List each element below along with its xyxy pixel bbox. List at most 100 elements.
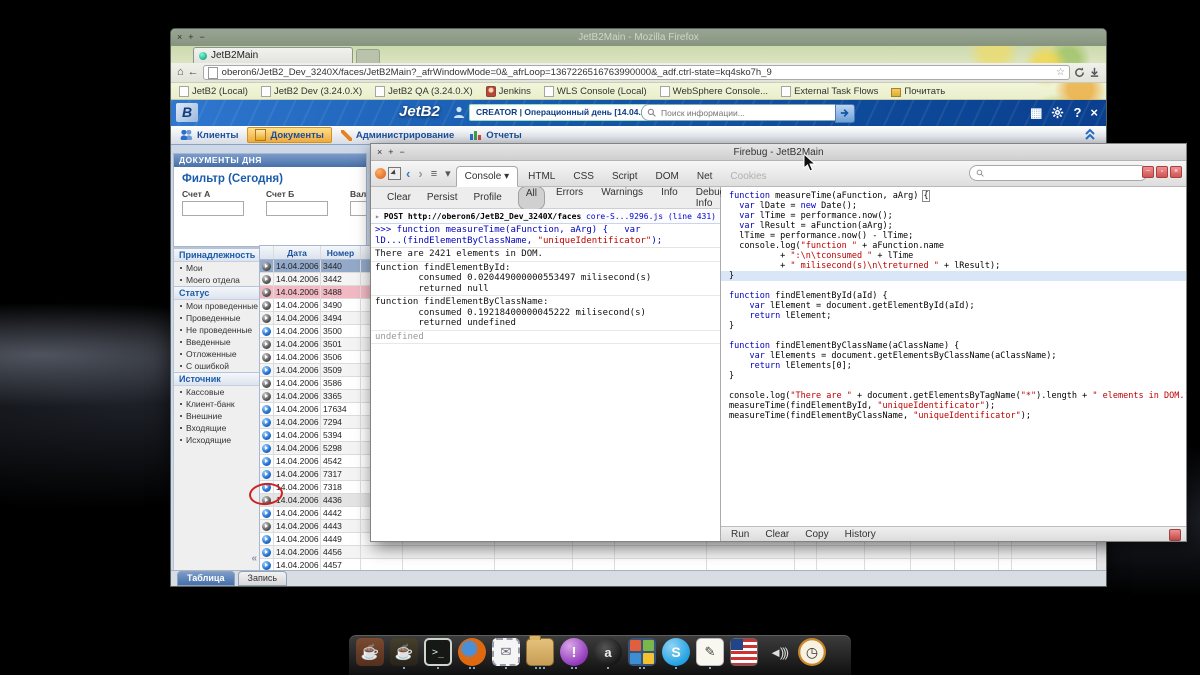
document-sphere-icon[interactable] <box>262 509 271 518</box>
document-sphere-icon[interactable] <box>262 561 271 570</box>
jet-search-box[interactable] <box>641 104 841 121</box>
close-app-icon[interactable]: × <box>1090 103 1098 122</box>
firebug-tab-net[interactable]: Net <box>689 167 721 186</box>
window-button-icon[interactable]: × <box>1170 166 1182 178</box>
bookmark-item[interactable]: JetB2 QA (3.24.0.X) <box>375 86 473 97</box>
collapse-chevrons-icon[interactable] <box>1084 128 1096 141</box>
expand-icon[interactable]: ▸ <box>375 212 380 221</box>
document-sphere-icon[interactable] <box>262 353 271 362</box>
new-tab-button[interactable] <box>356 49 380 63</box>
coffee-box-icon[interactable]: ☕ <box>356 638 384 666</box>
bookmark-item[interactable]: Почитать <box>891 86 945 97</box>
command-editor[interactable]: function measureTime(aFunction, aArg) { … <box>721 187 1186 526</box>
nav-item[interactable]: Клиенты <box>173 127 245 143</box>
console-entry[interactable]: There are 2421 elements in DOM. <box>371 248 720 262</box>
keypad-icon[interactable]: ▦ <box>1030 103 1042 122</box>
sidebar-item[interactable]: Исходящие <box>174 434 260 446</box>
browser-tab[interactable]: JetB2Main <box>193 47 353 63</box>
document-sphere-icon[interactable] <box>262 405 271 414</box>
home-icon[interactable]: ⌂ <box>177 63 184 82</box>
sidebar-item[interactable]: Кассовые <box>174 386 260 398</box>
document-sphere-icon[interactable] <box>262 392 271 401</box>
window-button-icon[interactable]: ▫ <box>1156 166 1168 178</box>
firefox-icon[interactable] <box>458 638 486 666</box>
filter-warnings[interactable]: Warnings <box>594 186 650 210</box>
document-sphere-icon[interactable] <box>262 444 271 453</box>
currency-input[interactable] <box>350 201 366 216</box>
document-sphere-icon[interactable] <box>262 262 271 271</box>
firebug-search-box[interactable] <box>969 165 1148 181</box>
editor-button-history[interactable]: History <box>845 529 876 540</box>
bookmark-item[interactable]: JetB2 Dev (3.24.0.X) <box>261 86 362 97</box>
document-sphere-icon[interactable] <box>262 314 271 323</box>
volume-icon[interactable]: ◄))) <box>764 638 792 666</box>
history-back-icon[interactable]: ‹ <box>403 163 413 185</box>
document-sphere-icon[interactable] <box>262 522 271 531</box>
network-request-row[interactable]: ▸ POST http://oberon6/JetB2_Dev_3240X/fa… <box>371 209 720 224</box>
filter-info[interactable]: Info <box>654 186 685 210</box>
sidebar-item[interactable]: Клиент-банк <box>174 398 260 410</box>
jet-search-input[interactable] <box>659 107 835 119</box>
bookmark-item[interactable]: Jenkins <box>486 86 531 97</box>
chat-icon[interactable]: ! <box>560 638 588 666</box>
editor-button-copy[interactable]: Copy <box>805 529 828 540</box>
account-b-input[interactable] <box>266 201 328 216</box>
document-sphere-icon[interactable] <box>262 587 271 588</box>
sidebar-item[interactable]: С ошибкой <box>174 360 260 372</box>
bookmark-star-icon[interactable]: ☆ <box>1056 67 1065 78</box>
reload-icon[interactable] <box>1074 67 1085 78</box>
document-sphere-icon[interactable] <box>262 275 271 284</box>
clock-icon[interactable]: ◷ <box>798 638 826 666</box>
skype-icon[interactable]: S <box>662 638 690 666</box>
bookmark-item[interactable]: External Task Flows <box>781 86 878 97</box>
virtualbox-icon[interactable] <box>628 638 656 666</box>
nav-item[interactable]: Документы <box>247 127 331 143</box>
table-row[interactable]: 14.04.20064456 <box>260 546 1097 559</box>
document-sphere-icon[interactable] <box>262 366 271 375</box>
coffee-cup-icon[interactable]: ☕ <box>390 638 418 666</box>
account-a-input[interactable] <box>182 201 244 216</box>
document-sphere-icon[interactable] <box>262 431 271 440</box>
download-icon[interactable] <box>1089 67 1100 78</box>
firebug-search-input[interactable] <box>988 167 1141 179</box>
firebug-titlebar[interactable]: × + − Firebug - JetB2Main <box>371 144 1186 161</box>
firebug-tab-console[interactable]: Console ▾ <box>456 166 519 187</box>
document-sphere-icon[interactable] <box>262 288 271 297</box>
gear-icon[interactable] <box>1051 106 1064 119</box>
inspect-icon[interactable] <box>388 167 401 180</box>
history-forward-icon[interactable]: › <box>415 163 425 185</box>
firebug-tab-dom[interactable]: DOM <box>648 167 687 186</box>
sidebar-item[interactable]: Моего отдела <box>174 274 260 286</box>
firebug-tab-html[interactable]: HTML <box>520 167 563 186</box>
console-button-clear[interactable]: Clear <box>383 191 415 204</box>
window-button-icon[interactable]: − <box>1142 166 1154 178</box>
document-sphere-icon[interactable] <box>262 535 271 544</box>
document-sphere-icon[interactable] <box>262 418 271 427</box>
notes-icon[interactable]: ✎ <box>696 638 724 666</box>
sidebar-item[interactable]: Проведенные <box>174 312 260 324</box>
view-tab-inactive[interactable]: Запись <box>238 571 288 586</box>
bookmark-item[interactable]: WLS Console (Local) <box>544 86 647 97</box>
document-sphere-icon[interactable] <box>262 470 271 479</box>
document-sphere-icon[interactable] <box>262 379 271 388</box>
firebug-tab-cookies[interactable]: Cookies <box>722 167 774 186</box>
document-sphere-icon[interactable] <box>262 340 271 349</box>
sidebar-item[interactable]: Не проведенные <box>174 324 260 336</box>
bookmark-item[interactable]: WebSphere Console... <box>660 86 768 97</box>
bookmark-item[interactable]: JetB2 (Local) <box>179 86 248 97</box>
options-dropdown-icon[interactable]: ▾ <box>442 163 454 185</box>
editor-button-clear[interactable]: Clear <box>765 529 789 540</box>
panel-list-icon[interactable]: ≡ <box>428 163 440 185</box>
back-icon[interactable]: ← <box>188 63 199 82</box>
filter-errors[interactable]: Errors <box>549 186 590 210</box>
firebug-tab-css[interactable]: CSS <box>565 167 602 186</box>
help-icon[interactable]: ? <box>1073 103 1081 122</box>
music-icon[interactable]: a <box>594 638 622 666</box>
sidebar-item[interactable]: Входящие <box>174 422 260 434</box>
firefox-titlebar[interactable]: × + − JetB2Main - Mozilla Firefox <box>171 29 1106 46</box>
firebug-tab-script[interactable]: Script <box>604 167 646 186</box>
nav-item[interactable]: Отчеты <box>463 127 528 143</box>
mail-icon[interactable]: ✉ <box>492 638 520 666</box>
sidebar-item[interactable]: Введенные <box>174 336 260 348</box>
firebug-off-icon[interactable] <box>1169 529 1181 541</box>
